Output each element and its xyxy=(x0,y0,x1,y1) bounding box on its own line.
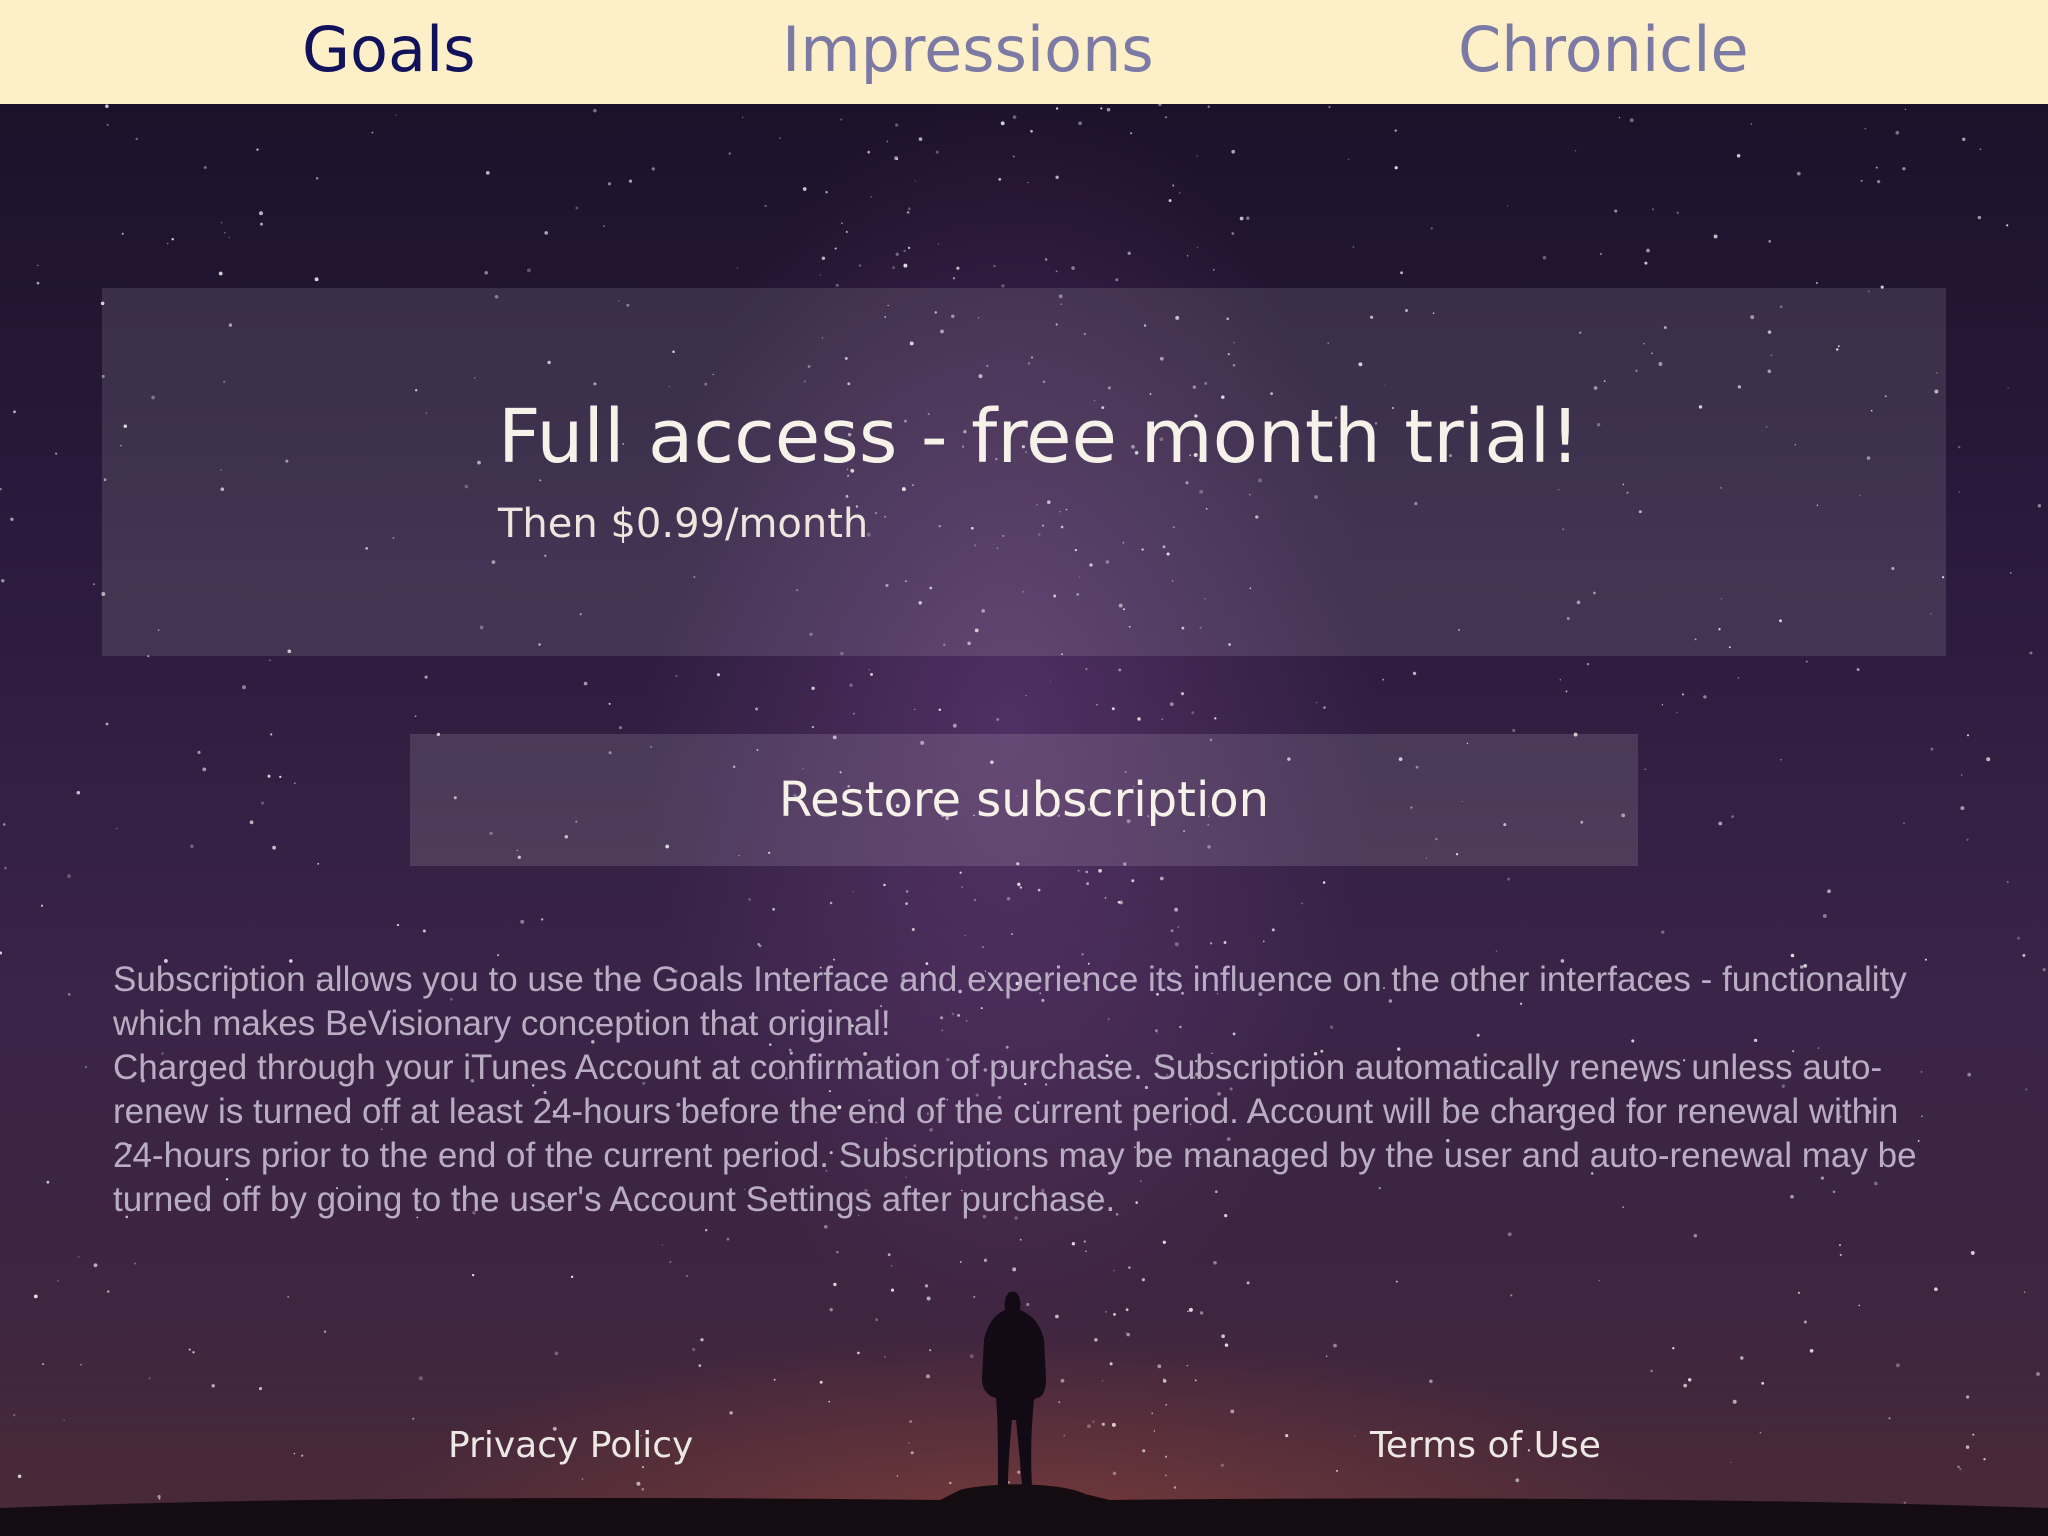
terms-of-use-link[interactable]: Terms of Use xyxy=(1370,1422,1601,1470)
terms-paragraph: Subscription allows you to use the Goals… xyxy=(113,960,1907,1043)
subscription-terms-text: Subscription allows you to use the Goals… xyxy=(113,958,1943,1222)
restore-subscription-button[interactable]: Restore subscription xyxy=(410,734,1638,866)
offer-title: Full access - free month trial! xyxy=(498,394,1580,480)
offer-price: Then $0.99/month xyxy=(498,501,869,547)
tab-goals[interactable]: Goals xyxy=(302,10,476,90)
restore-subscription-label: Restore subscription xyxy=(778,772,1270,828)
tab-chronicle[interactable]: Chronicle xyxy=(1458,10,1749,90)
terms-paragraph: Charged through your iTunes Account at c… xyxy=(113,1048,1917,1219)
tab-impressions[interactable]: Impressions xyxy=(782,10,1154,90)
privacy-policy-link[interactable]: Privacy Policy xyxy=(448,1422,693,1470)
tab-bar: Goals Impressions Chronicle xyxy=(0,0,2048,104)
subscribe-offer-button[interactable]: Full access - free month trial! Then $0.… xyxy=(102,288,1946,656)
